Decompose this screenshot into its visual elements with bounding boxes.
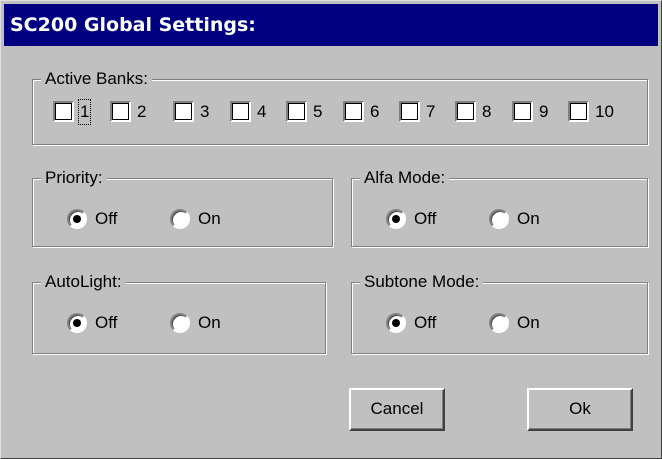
alfa-mode-group: Alfa Mode: Off On [351, 168, 648, 247]
alfa-mode-legend: Alfa Mode: [360, 168, 450, 188]
bank-label: 6 [370, 102, 380, 121]
priority-off-label: Off [95, 209, 118, 228]
bank-label: 7 [426, 102, 436, 121]
radio-button[interactable] [386, 209, 406, 229]
bank-label: 1 [77, 99, 92, 125]
checkbox-box[interactable] [568, 101, 589, 122]
radio-button[interactable] [67, 313, 87, 333]
radio-dot [73, 215, 81, 223]
priority-group: Priority: Off On [32, 168, 333, 247]
title-bar[interactable]: SC200 Global Settings: [4, 4, 658, 46]
settings-dialog: SC200 Global Settings: Active Banks: 1 2 3… [0, 0, 662, 459]
bank-label: 9 [539, 102, 549, 121]
radio-dot [73, 319, 81, 327]
active-banks-legend: Active Banks: [41, 69, 152, 89]
radio-button[interactable] [67, 209, 87, 229]
ok-button[interactable]: Ok [527, 388, 633, 431]
bank-label: 2 [137, 102, 147, 121]
checkbox-box[interactable] [455, 101, 476, 122]
bank-label: 5 [313, 102, 323, 121]
alfa-mode-on-label: On [517, 209, 540, 228]
checkbox-box[interactable] [173, 101, 194, 122]
subtone-mode-group: Subtone Mode: Off On [351, 272, 648, 354]
radio-button[interactable] [170, 313, 190, 333]
priority-legend: Priority: [41, 168, 107, 188]
autolight-on-label: On [198, 313, 221, 332]
checkbox-box[interactable] [343, 101, 364, 122]
checkbox-box[interactable] [110, 101, 131, 122]
checkbox-box[interactable] [230, 101, 251, 122]
checkbox-box[interactable] [512, 101, 533, 122]
radio-dot [392, 319, 400, 327]
bank-label: 4 [257, 102, 267, 121]
priority-on-label: On [198, 209, 221, 228]
window-title: SC200 Global Settings: [10, 14, 256, 36]
autolight-legend: AutoLight: [41, 272, 126, 292]
cancel-button[interactable]: Cancel [349, 388, 445, 431]
subtone-mode-off-label: Off [414, 313, 437, 332]
radio-button[interactable] [170, 209, 190, 229]
alfa-mode-off-label: Off [414, 209, 437, 228]
bank-label: 3 [200, 102, 210, 121]
radio-dot [392, 215, 400, 223]
checkbox-box[interactable] [286, 101, 307, 122]
active-banks-group: Active Banks: 1 2 3 4 5 6 7 8 9 10 [32, 69, 648, 145]
checkbox-box[interactable] [399, 101, 420, 122]
checkbox-box[interactable] [53, 101, 74, 122]
radio-button[interactable] [489, 209, 509, 229]
radio-button[interactable] [386, 313, 406, 333]
autolight-group: AutoLight: Off On [32, 272, 326, 354]
subtone-mode-legend: Subtone Mode: [360, 272, 484, 292]
radio-button[interactable] [489, 313, 509, 333]
bank-label: 10 [595, 102, 614, 121]
subtone-mode-on-label: On [517, 313, 540, 332]
bank-label: 8 [482, 102, 492, 121]
autolight-off-label: Off [95, 313, 118, 332]
